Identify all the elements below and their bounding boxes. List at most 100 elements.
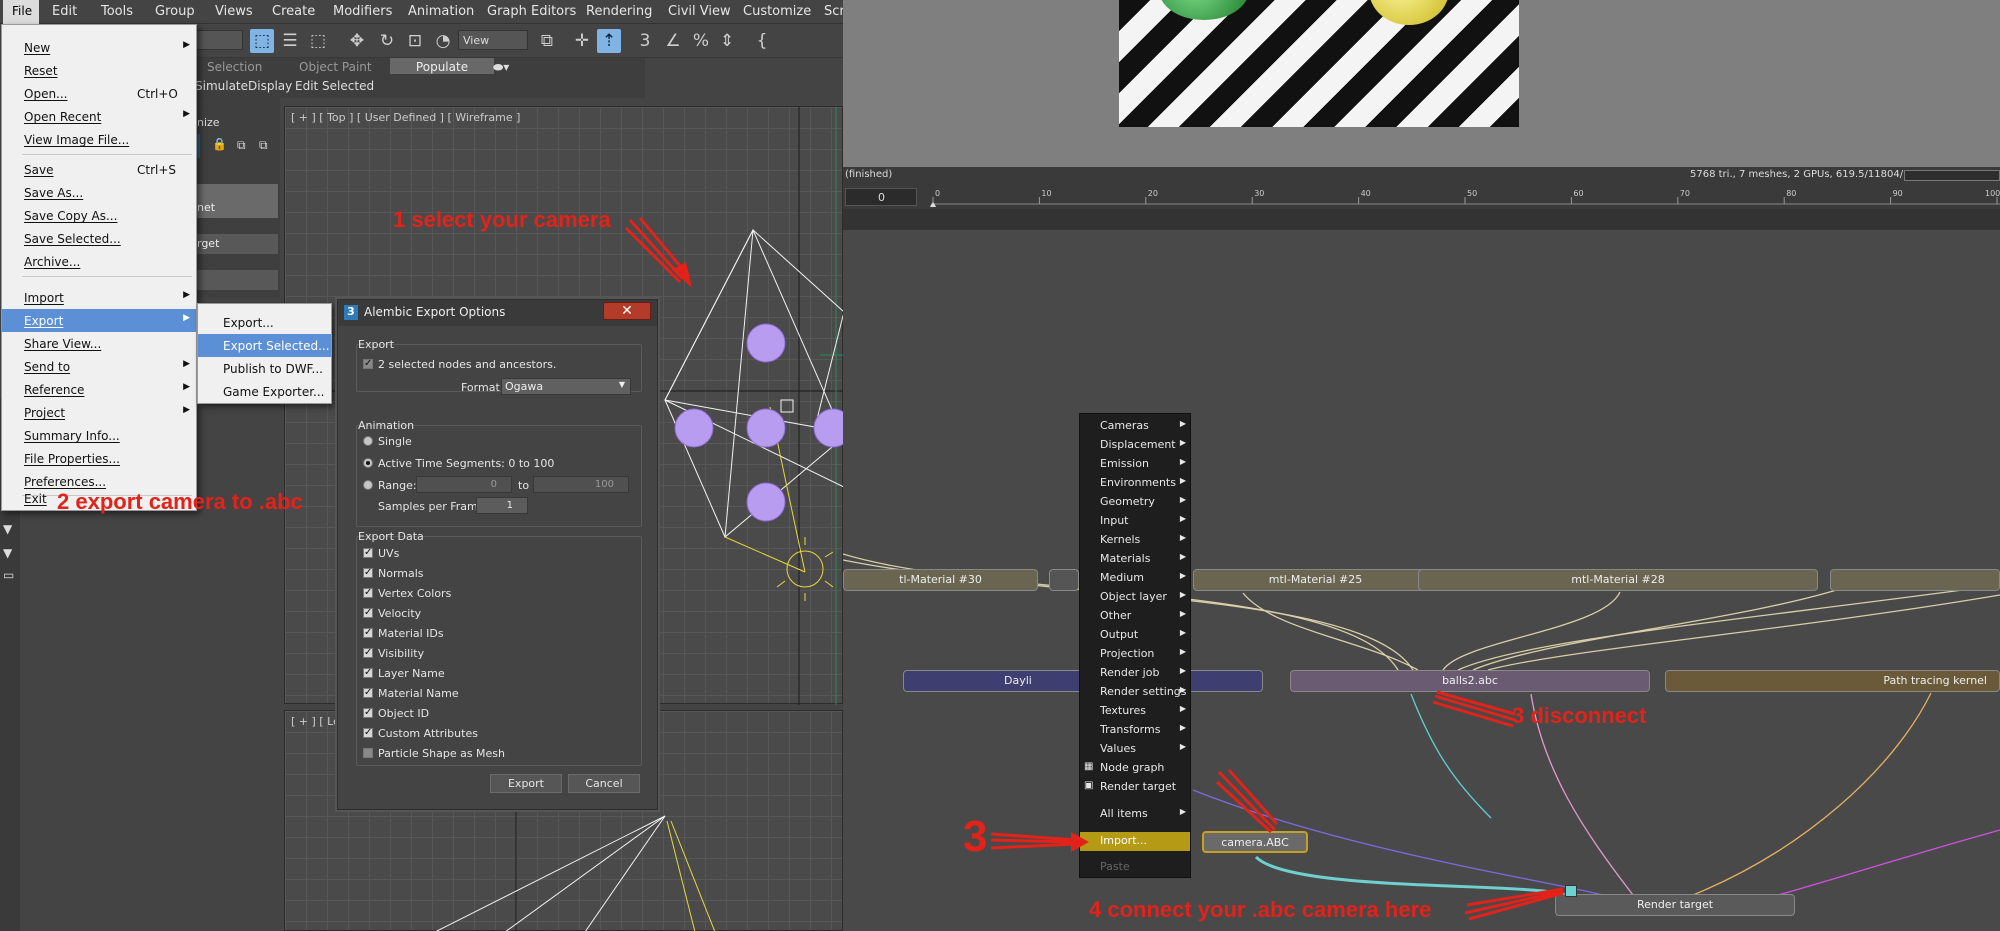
file-menu-item-reset[interactable]: Reset (2, 59, 196, 82)
samples-field[interactable]: 1 (476, 497, 528, 514)
uvs-checkbox[interactable]: ✓ (363, 548, 373, 558)
select-object-icon[interactable]: ⬚ (250, 29, 274, 53)
file-menu-item-project[interactable]: Project ▶ (2, 401, 196, 424)
node-material-25[interactable]: mtl-Material #25 (1193, 569, 1438, 591)
scale-icon[interactable]: ⊡ (403, 29, 427, 53)
ribbon-subtab-edit-selected[interactable]: Edit Selected (295, 79, 374, 93)
node-icon-stub[interactable] (1049, 569, 1079, 591)
node-material-next[interactable] (1830, 569, 2000, 591)
ctx-item-textures[interactable]: Textures ▶ (1080, 702, 1190, 721)
ctx-item-projection[interactable]: Projection ▶ (1080, 645, 1190, 664)
selection-filter-dropdown[interactable] (195, 30, 243, 50)
file-menu-item-summary-info[interactable]: Summary Info... (2, 424, 196, 447)
ctx-item-output[interactable]: Output ▶ (1080, 626, 1190, 645)
file-menu-item-import[interactable]: Import ▶ (2, 286, 196, 309)
hierarchy-icon[interactable]: ⧉ (237, 138, 246, 153)
file-menu-item-open-recent[interactable]: Open Recent ▶ (2, 105, 196, 128)
spinner-snap-icon[interactable]: ⇕ (715, 29, 739, 53)
file-menu-item-export[interactable]: Export ▶ (2, 309, 196, 332)
file-menu-item-open[interactable]: Open... Ctrl+O (2, 82, 196, 105)
close-button[interactable]: ✕ (603, 302, 651, 320)
file-menu-item-save[interactable]: Save Ctrl+S (2, 158, 196, 181)
cancel-button[interactable]: Cancel (568, 774, 640, 793)
file-menu-item-view-image[interactable]: View Image File... (2, 128, 196, 151)
menu-civil-view[interactable]: Civil View (668, 4, 731, 19)
ctx-item-render-job[interactable]: Render job ▶ (1080, 664, 1190, 683)
menu-edit[interactable]: Edit (52, 4, 77, 19)
ctx-item-input[interactable]: Input ▶ (1080, 512, 1190, 531)
file-menu-item-file-properties[interactable]: File Properties... (2, 447, 196, 470)
menu-animation[interactable]: Animation (408, 4, 474, 19)
selection-set-icon[interactable]: { (750, 29, 774, 53)
place-icon[interactable]: ◔ (431, 29, 455, 53)
lock-icon[interactable]: 🔒 (212, 137, 227, 151)
vertex-colors-checkbox[interactable]: ✓ (363, 588, 373, 598)
ctx-item-medium[interactable]: Medium ▶ (1080, 569, 1190, 588)
ribbon-subtab-simulate[interactable]: Simulate (195, 79, 248, 93)
filter-icon[interactable]: ▼ (3, 522, 12, 536)
ctx-item-environments[interactable]: Environments ▶ (1080, 474, 1190, 493)
ctx-item-import[interactable]: Import... (1080, 832, 1190, 851)
range-radio[interactable] (363, 480, 373, 490)
ribbon-subtab-display[interactable]: Display (248, 79, 292, 93)
snap-axis-icon[interactable]: ✛ (570, 29, 594, 53)
file-menu-item-send-to[interactable]: Send to ▶ (2, 355, 196, 378)
export-submenu-item-publish-dwf[interactable]: Publish to DWF... (198, 357, 331, 380)
ctx-item-geometry[interactable]: Geometry ▶ (1080, 493, 1190, 512)
ribbon-tab-selection[interactable]: Selection (207, 60, 262, 74)
node-material-30[interactable]: tl-Material #30 (843, 569, 1038, 591)
ribbon-tab-object-paint[interactable]: Object Paint (299, 60, 372, 74)
ctx-item-all-items[interactable]: All items ▶ (1080, 805, 1190, 824)
angle-snap-icon[interactable]: ∠ (661, 29, 685, 53)
ctx-item-cameras[interactable]: Cameras ▶ (1080, 417, 1190, 436)
export-submenu-item-export-selected[interactable]: Export Selected... (198, 334, 331, 357)
file-menu-item-archive[interactable]: Archive... (2, 250, 196, 273)
menu-script[interactable]: Scri (824, 4, 843, 19)
ctx-item-materials[interactable]: Materials ▶ (1080, 550, 1190, 569)
move-icon[interactable]: ✥ (345, 29, 369, 53)
active-time-radio[interactable] (363, 458, 373, 468)
export-submenu-item-export[interactable]: Export... (198, 311, 331, 334)
file-menu-item-new[interactable]: New ▶ (2, 36, 196, 59)
region-select-icon[interactable]: ⬚ (306, 29, 330, 53)
node-render-target[interactable]: Render target (1555, 894, 1795, 916)
menu-views[interactable]: Views (215, 4, 253, 19)
keyboard-shortcut-icon[interactable]: ⇡ (597, 29, 621, 53)
object-id-checkbox[interactable]: ✓ (363, 708, 373, 718)
ctx-item-paste[interactable]: Paste (1080, 858, 1190, 877)
timeline-ruler[interactable]: 0 10 20 30 40 50 60 70 80 90 100 (927, 185, 2000, 209)
file-menu-item-save-as[interactable]: Save As... (2, 181, 196, 204)
menu-file[interactable]: File (3, 0, 39, 24)
select-by-name-icon[interactable]: ☰ (278, 29, 302, 53)
menu-rendering[interactable]: Rendering (586, 4, 652, 19)
file-menu-item-save-selected[interactable]: Save Selected... (2, 227, 196, 250)
range-from-field[interactable]: 0 (416, 476, 512, 493)
node-balls-abc[interactable]: balls2.abc (1290, 670, 1650, 692)
reference-coord-dropdown[interactable]: View (458, 30, 528, 50)
menu-create[interactable]: Create (272, 4, 315, 19)
file-menu-item-share-view[interactable]: Share View... (2, 332, 196, 355)
ctx-item-transforms[interactable]: Transforms ▶ (1080, 721, 1190, 740)
ctx-item-render-settings[interactable]: Render settings ▶ (1080, 683, 1190, 702)
percent-snap-icon[interactable]: % (689, 29, 713, 53)
format-dropdown[interactable]: Ogawa ▼ (501, 378, 631, 395)
file-menu-item-reference[interactable]: Reference ▶ (2, 378, 196, 401)
export-button[interactable]: Export (490, 774, 562, 793)
ctx-item-emission[interactable]: Emission ▶ (1080, 455, 1190, 474)
menu-modifiers[interactable]: Modifiers (333, 4, 392, 19)
menu-customize[interactable]: Customize (743, 4, 811, 19)
single-radio[interactable] (363, 436, 373, 446)
ctx-item-kernels[interactable]: Kernels ▶ (1080, 531, 1190, 550)
material-ids-checkbox[interactable]: ✓ (363, 628, 373, 638)
pivot-icon[interactable]: ⧉ (535, 29, 559, 53)
filter-alt-icon[interactable]: ▼ (3, 546, 12, 560)
ctx-item-displacement[interactable]: Displacement ▶ (1080, 436, 1190, 455)
ribbon-options-icon[interactable]: ⬬▾ (493, 60, 509, 75)
file-menu-item-save-copy-as[interactable]: Save Copy As... (2, 204, 196, 227)
material-name-checkbox[interactable]: ✓ (363, 688, 373, 698)
velocity-checkbox[interactable]: ✓ (363, 608, 373, 618)
ctx-item-other[interactable]: Other ▶ (1080, 607, 1190, 626)
ribbon-tab-populate[interactable]: Populate (390, 58, 494, 74)
node-path-tracing[interactable]: Path tracing kernel (1665, 670, 2000, 692)
ctx-item-values[interactable]: Values ▶ (1080, 740, 1190, 759)
